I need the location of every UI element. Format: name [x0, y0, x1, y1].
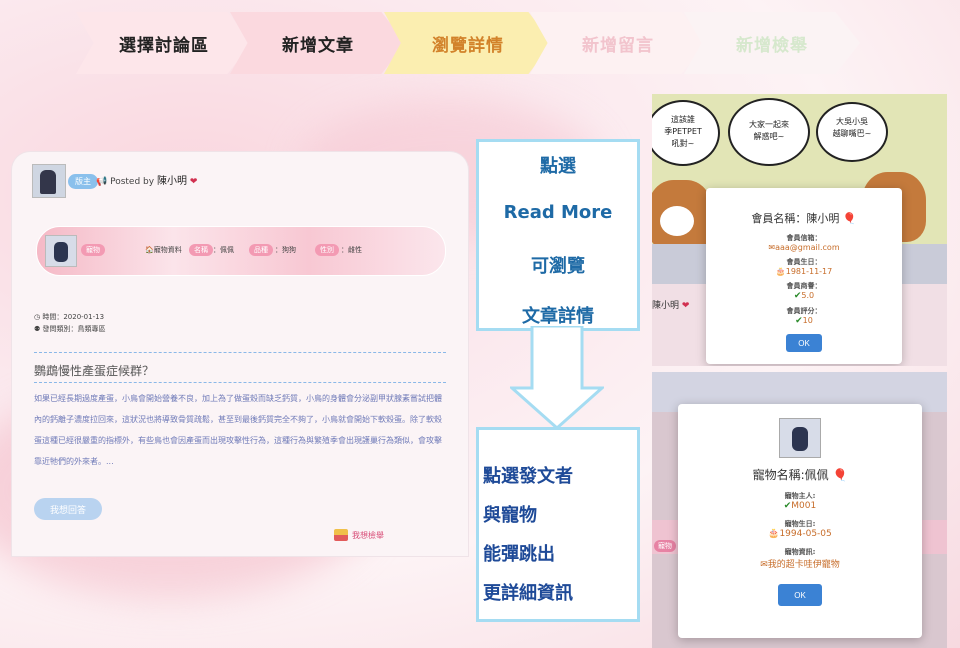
- bg-pet-chip: 寵物: [654, 540, 676, 552]
- ok-button[interactable]: OK: [778, 584, 822, 606]
- house-icon: 🏠: [145, 246, 154, 254]
- speech-bubble: 這該誰 季PETPET 吼對~: [652, 100, 720, 166]
- member-modal-screenshot: 這該誰 季PETPET 吼對~ 大家一起來 解惑吧~ 大吳小吳 越聊嘴巴~ 陳小…: [652, 94, 947, 366]
- instruction-box-read-more: 點選 Read More 可瀏覽 文章詳情: [476, 139, 640, 331]
- step-select-forum[interactable]: 選擇討論區: [76, 12, 252, 74]
- modal-title: 寵物名稱:佩佩 🎈: [752, 468, 848, 482]
- author-avatar[interactable]: [32, 164, 66, 198]
- step-new-post[interactable]: 新增文章: [230, 12, 406, 74]
- pet-info-label: 🏠寵物資料: [145, 246, 182, 254]
- instruction-line: 可瀏覽: [531, 256, 585, 277]
- reply-button[interactable]: 我想回答: [34, 498, 102, 520]
- post-time: ◷ 時間：2020-01-13: [34, 313, 105, 321]
- breed-chip: 品種: [249, 244, 273, 256]
- report-link[interactable]: 我想檢舉: [334, 529, 384, 541]
- rating-label: 會員評分：: [786, 307, 822, 315]
- owner-label: 寵物主人:: [784, 492, 816, 500]
- post-title[interactable]: 鸚鵡慢性產蛋症候群？: [34, 362, 154, 379]
- pet-birthday-label: 寵物生日:: [784, 520, 816, 528]
- pet-photo: [779, 418, 821, 458]
- dog-face: [660, 206, 694, 236]
- sex-chip: 性別: [315, 244, 339, 256]
- speech-bubble: 大家一起來 解惑吧~: [728, 98, 810, 166]
- post-card: 版主 📢 Posted by 陳小明 ❤ 寵物 🏠寵物資料 名稱 ：佩佩 品種 …: [12, 152, 468, 556]
- heart-icon: ❤: [189, 177, 198, 187]
- pet-name-value: ：佩佩: [213, 246, 234, 254]
- pet-sex-value: ：雌性: [341, 246, 362, 254]
- divider: [34, 382, 446, 383]
- instruction-line: 更詳細資訊: [483, 583, 573, 604]
- pet-banner: 寵物 🏠寵物資料 名稱 ：佩佩 品種 ：狗狗 性別 ：雌性: [36, 226, 446, 276]
- pet-info-modal: 寵物名稱:佩佩 🎈 寵物主人: ✔M001 寵物生日: 🎂1994-05-05 …: [678, 404, 922, 638]
- modal-title: 會員名稱：陳小明 🎈: [751, 212, 857, 225]
- pet-chip: 寵物: [81, 244, 105, 256]
- rating-value: ✔10: [795, 316, 813, 326]
- email-value: ✉aaa@gmail.com: [768, 243, 840, 252]
- megaphone-icon: 📢: [96, 177, 108, 187]
- pet-info-value: ✉我的超卡哇伊寵物: [760, 560, 840, 570]
- instruction-line: Read More: [503, 202, 613, 223]
- instruction-line: 點選發文者: [483, 466, 573, 487]
- reputation-value: ✔5.0: [793, 291, 815, 301]
- instruction-line: 能彈跳出: [483, 544, 555, 565]
- instruction-box-popup: 點選發文者 與寵物 能彈跳出 更詳細資訊: [476, 427, 640, 622]
- check-icon: ✔: [795, 316, 803, 326]
- birthday-value: 🎂1981-11-17: [775, 267, 833, 276]
- pet-birthday-value: 🎂1994-05-05: [768, 529, 832, 539]
- instruction-line: 點選: [540, 156, 576, 177]
- pet-breed-value: ：狗狗: [275, 246, 296, 254]
- step-new-comment[interactable]: 新增留言: [530, 12, 706, 74]
- bg-author-name: 陳小明 ❤: [652, 301, 690, 311]
- email-label: 會員信箱：: [786, 234, 822, 242]
- admin-badge: 版主: [68, 174, 98, 189]
- member-info-modal: 會員名稱：陳小明 🎈 會員信箱： ✉aaa@gmail.com 會員生日： 🎂1…: [706, 188, 902, 364]
- post-category: ⚉ 發問類別：鳥類專區: [34, 325, 106, 333]
- pet-avatar[interactable]: [45, 235, 77, 267]
- step-new-report[interactable]: 新增檢舉: [684, 12, 860, 74]
- pet-modal-screenshot: 寵物 寵物名稱:佩佩 🎈 寵物主人: ✔M001 寵物生日: 🎂1994-05-…: [652, 372, 947, 648]
- posted-by-label: Posted by: [110, 177, 155, 187]
- birthday-label: 會員生日：: [786, 258, 822, 266]
- ok-button[interactable]: OK: [786, 334, 822, 352]
- post-body: 如果已經長期過度產蛋，小鳥會開始營養不良，加上為了做蛋殼而缺乏鈣質，小鳥的身體會…: [34, 394, 442, 466]
- report-label: 我想檢舉: [352, 530, 384, 540]
- pet-info-label: 寵物資訊:: [784, 548, 816, 556]
- balloon-icon: 🎈: [832, 468, 848, 482]
- instruction-line: 與寵物: [483, 505, 537, 526]
- instruction-line: 文章詳情: [522, 306, 594, 327]
- down-arrow-icon: [510, 326, 604, 430]
- name-chip: 名稱: [189, 244, 213, 256]
- flag-icon: [334, 529, 348, 541]
- author-name[interactable]: 陳小明: [157, 176, 187, 187]
- reputation-label: 會員商譽：: [786, 282, 822, 290]
- posted-by: 📢 Posted by 陳小明 ❤: [96, 172, 197, 187]
- owner-value: ✔M001: [783, 501, 817, 511]
- balloon-icon: 🎈: [842, 212, 857, 225]
- step-view-detail[interactable]: 瀏覽詳情: [384, 12, 552, 74]
- divider: [34, 352, 446, 353]
- speech-bubble: 大吳小吳 越聊嘴巴~: [816, 102, 888, 162]
